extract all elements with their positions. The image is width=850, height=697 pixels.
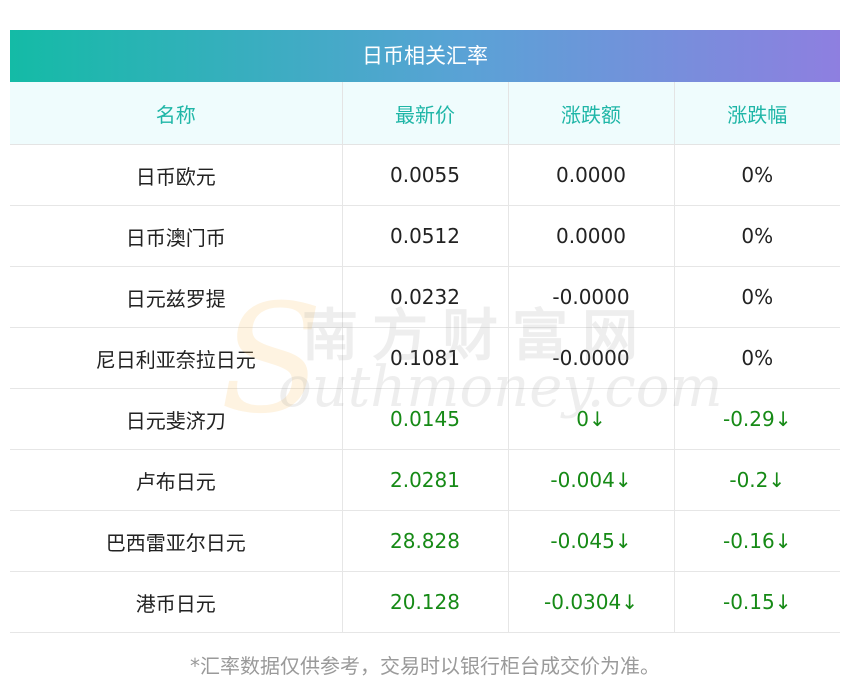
cell-percent: -0.29↓: [673, 388, 840, 450]
cell-price: 0.1081: [341, 327, 509, 389]
table-row: 卢布日元 2.0281 -0.004↓ -0.2↓: [10, 449, 840, 511]
cell-price: 28.828: [341, 510, 509, 572]
cell-change: -0.045↓: [507, 510, 675, 572]
table-row: 港币日元 20.128 -0.0304↓ -0.15↓: [10, 571, 840, 633]
table-row: 日元斐济刀 0.0145 0↓ -0.29↓: [10, 388, 840, 450]
cell-name: 日元兹罗提: [10, 266, 343, 328]
cell-price: 0.0055: [341, 144, 509, 206]
table-row: 巴西雷亚尔日元 28.828 -0.045↓ -0.16↓: [10, 510, 840, 572]
cell-name: 巴西雷亚尔日元: [10, 510, 343, 572]
column-header-price: 最新价: [341, 82, 509, 145]
cell-price: 0.0512: [341, 205, 509, 267]
cell-percent: 0%: [673, 327, 840, 389]
cell-price: 0.0145: [341, 388, 509, 450]
rates-panel: 日币相关汇率 名称 最新价 涨跌额 涨跌幅 日币欧元 0.0055 0.0000 0%…: [10, 30, 840, 633]
column-header-name: 名称: [10, 82, 343, 145]
table-row: 日币澳门币 0.0512 0.0000 0%: [10, 205, 840, 267]
column-header-percent: 涨跌幅: [673, 82, 840, 145]
cell-change: -0.004↓: [507, 449, 675, 511]
cell-change: 0.0000: [507, 205, 675, 267]
cell-change: -0.0304↓: [507, 571, 675, 633]
cell-price: 2.0281: [341, 449, 509, 511]
rates-table: 名称 最新价 涨跌额 涨跌幅 日币欧元 0.0055 0.0000 0% 日币澳门币 0.…: [10, 82, 840, 633]
cell-name: 日币欧元: [10, 144, 343, 206]
cell-change: -0.0000: [507, 327, 675, 389]
cell-percent: -0.16↓: [673, 510, 840, 572]
cell-percent: 0%: [673, 144, 840, 206]
cell-change: 0↓: [507, 388, 675, 450]
cell-price: 20.128: [341, 571, 509, 633]
column-header-change: 涨跌额: [507, 82, 675, 145]
cell-change: -0.0000: [507, 266, 675, 328]
cell-name: 日元斐济刀: [10, 388, 343, 450]
cell-price: 0.0232: [341, 266, 509, 328]
cell-name: 日币澳门币: [10, 205, 343, 267]
table-title: 日币相关汇率: [10, 30, 840, 82]
cell-name: 卢布日元: [10, 449, 343, 511]
table-row: 日元兹罗提 0.0232 -0.0000 0%: [10, 266, 840, 328]
cell-change: 0.0000: [507, 144, 675, 206]
cell-name: 港币日元: [10, 571, 343, 633]
table-row: 日币欧元 0.0055 0.0000 0%: [10, 144, 840, 206]
cell-percent: -0.15↓: [673, 571, 840, 633]
table-row: 尼日利亚奈拉日元 0.1081 -0.0000 0%: [10, 327, 840, 389]
cell-percent: -0.2↓: [673, 449, 840, 511]
cell-name: 尼日利亚奈拉日元: [10, 327, 343, 389]
cell-percent: 0%: [673, 205, 840, 267]
cell-percent: 0%: [673, 266, 840, 328]
table-header-row: 名称 最新价 涨跌额 涨跌幅: [10, 82, 840, 145]
footnote: *汇率数据仅供参考，交易时以银行柜台成交价为准。: [190, 654, 660, 678]
